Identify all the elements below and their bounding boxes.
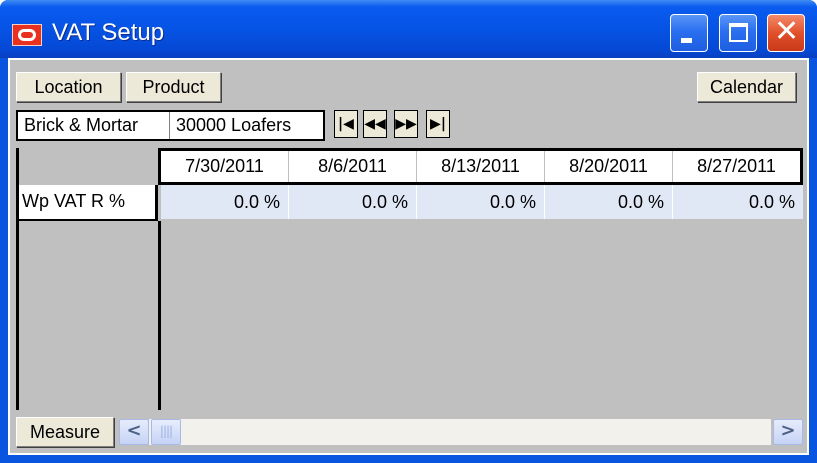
- vat-setup-window: VAT Setup ✕ Location Product Calendar Br…: [0, 0, 817, 463]
- grid-left-border: [16, 221, 19, 410]
- product-button[interactable]: Product: [126, 72, 221, 102]
- nav-last-button[interactable]: ▶|: [426, 110, 450, 138]
- selected-product[interactable]: 30000 Loafers: [170, 112, 323, 139]
- title-bar[interactable]: VAT Setup ✕: [0, 0, 817, 58]
- column-header[interactable]: 7/30/2011: [161, 151, 289, 182]
- grid-cell[interactable]: 0.0 %: [161, 185, 289, 219]
- window-title: VAT Setup: [52, 19, 165, 46]
- maximize-icon: [729, 23, 748, 42]
- grid-cell[interactable]: 0.0 %: [417, 185, 545, 219]
- grid-corner: [16, 148, 158, 185]
- selected-location[interactable]: Brick & Mortar: [18, 112, 170, 139]
- row-header[interactable]: Wp VAT R %: [16, 185, 158, 221]
- minimize-icon: [681, 38, 692, 43]
- row-header-divider: [158, 221, 161, 410]
- column-headers: 7/30/2011 8/6/2011 8/13/2011 8/20/2011 8…: [158, 148, 803, 185]
- grid-cell[interactable]: 0.0 %: [545, 185, 673, 219]
- measure-button[interactable]: Measure: [16, 417, 114, 447]
- grid-cell[interactable]: 0.0 %: [289, 185, 417, 219]
- nav-first-button[interactable]: |◀: [334, 110, 358, 138]
- scroll-left-arrow-icon[interactable]: <: [119, 419, 149, 445]
- nav-previous-button[interactable]: ◀◀: [363, 110, 387, 138]
- client-area: Location Product Calendar Brick & Mortar…: [8, 58, 809, 455]
- horizontal-scrollbar[interactable]: [149, 419, 771, 445]
- column-header[interactable]: 8/6/2011: [289, 151, 417, 182]
- column-header[interactable]: 8/27/2011: [673, 151, 800, 182]
- oracle-app-icon: [12, 24, 42, 46]
- calendar-button[interactable]: Calendar: [697, 72, 796, 102]
- close-icon: ✕: [774, 14, 800, 49]
- minimize-button[interactable]: [670, 14, 708, 52]
- location-button[interactable]: Location: [16, 72, 121, 102]
- close-button[interactable]: ✕: [767, 14, 805, 52]
- column-header[interactable]: 8/20/2011: [545, 151, 673, 182]
- scroll-right-arrow-icon[interactable]: >: [773, 419, 803, 445]
- column-header[interactable]: 8/13/2011: [417, 151, 545, 182]
- maximize-button[interactable]: [719, 14, 757, 52]
- dimension-selector: Brick & Mortar 30000 Loafers: [16, 110, 325, 141]
- nav-next-button[interactable]: ▶▶: [394, 110, 418, 138]
- table-row: 0.0 % 0.0 % 0.0 % 0.0 % 0.0 %: [161, 185, 803, 219]
- grid-cell[interactable]: 0.0 %: [673, 185, 803, 219]
- scrollbar-thumb[interactable]: ||||: [151, 419, 181, 445]
- bottom-bar: Measure < |||| >: [16, 417, 803, 447]
- data-grid: 7/30/2011 8/6/2011 8/13/2011 8/20/2011 8…: [16, 148, 803, 410]
